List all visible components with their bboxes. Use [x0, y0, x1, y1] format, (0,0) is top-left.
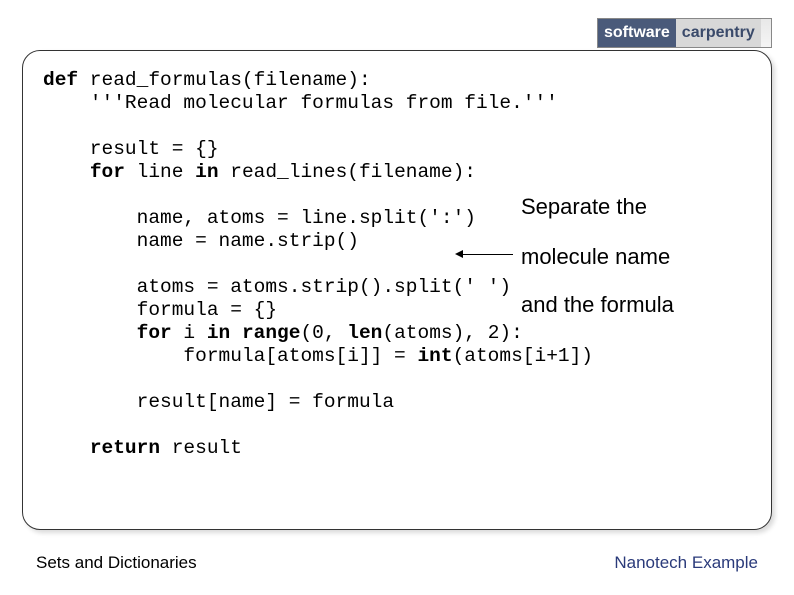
- kw-len: len: [347, 322, 382, 344]
- kw-in: in: [195, 161, 218, 183]
- annotation-line3: and the formula: [521, 291, 674, 320]
- arrow-line: [463, 254, 513, 255]
- arrow-head-icon: [455, 250, 463, 258]
- logo-right: carpentry: [676, 19, 761, 47]
- annotation-line1: Separate the: [521, 193, 647, 222]
- code-line: i: [172, 322, 207, 344]
- kw-range: range: [242, 322, 301, 344]
- kw-in: in: [207, 322, 230, 344]
- code-line: (atoms), 2):: [382, 322, 522, 344]
- code-line: result[name] = formula: [43, 391, 394, 413]
- code-line: name, atoms = line.split(':'): [43, 207, 476, 229]
- code-line: (0,: [300, 322, 347, 344]
- kw-for: for: [137, 322, 172, 344]
- code-line: formula = {}: [43, 299, 277, 321]
- slide-content: def read_formulas(filename): '''Read mol…: [22, 50, 772, 530]
- kw-int: int: [417, 345, 452, 367]
- code-line: name = name.strip(): [43, 230, 359, 252]
- code-line: '''Read molecular formulas from file.''': [43, 92, 558, 114]
- logo: software carpentry: [597, 18, 772, 48]
- code-line: read_formulas(filename):: [78, 69, 371, 91]
- kw-return: return: [90, 437, 160, 459]
- kw-def: def: [43, 69, 78, 91]
- code-line: [230, 322, 242, 344]
- code-line: result: [160, 437, 242, 459]
- code-line: [43, 437, 90, 459]
- footer-right: Nanotech Example: [614, 553, 758, 573]
- code-line: line: [125, 161, 195, 183]
- code-line: [43, 322, 137, 344]
- code-line: [43, 161, 90, 183]
- kw-for: for: [90, 161, 125, 183]
- code-line: result = {}: [43, 138, 219, 160]
- code-line: formula[atoms[i]] =: [43, 345, 417, 367]
- annotation-line2: molecule name: [521, 243, 670, 272]
- code-line: read_lines(filename):: [219, 161, 476, 183]
- logo-left: software: [598, 19, 676, 47]
- footer-left: Sets and Dictionaries: [36, 553, 197, 573]
- code-line: atoms = atoms.strip().split(' '): [43, 276, 511, 298]
- code-line: (atoms[i+1]): [453, 345, 593, 367]
